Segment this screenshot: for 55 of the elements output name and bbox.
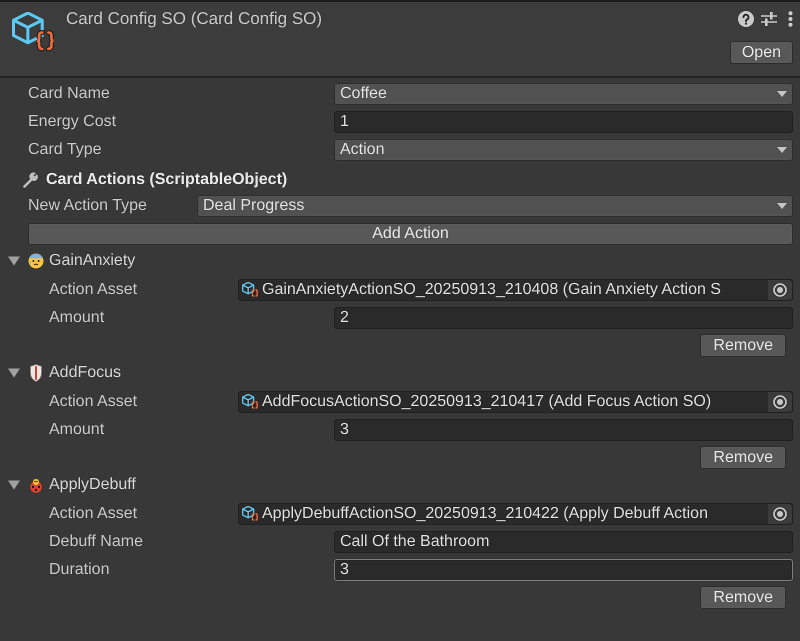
object-picker-button[interactable] bbox=[768, 280, 792, 300]
target-icon bbox=[773, 395, 787, 409]
input-field[interactable]: 2 bbox=[334, 307, 793, 329]
field-label: Action Asset bbox=[49, 393, 138, 411]
ladybug-icon bbox=[28, 477, 44, 493]
caret-icon bbox=[777, 202, 787, 208]
cube-braces-icon bbox=[242, 506, 259, 522]
input-field[interactable]: 3 bbox=[334, 559, 793, 581]
asset-title: Card Config SO (Card Config SO) bbox=[66, 8, 322, 30]
cube-braces-icon bbox=[242, 282, 259, 298]
field-label: Duration bbox=[49, 561, 110, 579]
dropdown-field[interactable]: Coffee bbox=[334, 83, 793, 105]
add-action-button[interactable]: Add Action bbox=[28, 223, 793, 245]
field-label: Action Asset bbox=[49, 281, 138, 299]
cube-braces-icon bbox=[12, 12, 56, 54]
target-icon bbox=[773, 507, 787, 521]
foldout-triangle-icon[interactable] bbox=[8, 255, 20, 267]
dropdown-field[interactable]: Deal Progress bbox=[197, 194, 793, 216]
object-field[interactable]: GainAnxietyActionSO_20250913_210408 (Gain Anxiety Action S bbox=[238, 279, 793, 301]
foldout-triangle-icon[interactable] bbox=[8, 479, 20, 491]
field-label: Amount bbox=[49, 309, 104, 327]
target-icon bbox=[773, 283, 787, 297]
field-label: Card Type bbox=[28, 141, 102, 159]
caret-icon bbox=[777, 91, 787, 97]
section-title: Card Actions (ScriptableObject) bbox=[46, 171, 288, 189]
input-field[interactable]: 1 bbox=[334, 111, 793, 133]
object-picker-button[interactable] bbox=[768, 392, 792, 412]
wrench-icon bbox=[22, 172, 38, 188]
more-icon[interactable] bbox=[788, 11, 793, 27]
field-label: Card Name bbox=[28, 85, 110, 103]
remove-button[interactable]: Remove bbox=[700, 586, 786, 609]
action-name: AddFocus bbox=[49, 364, 122, 382]
action-name: GainAnxiety bbox=[49, 252, 136, 270]
cube-braces-icon bbox=[242, 394, 259, 410]
shield-icon bbox=[30, 364, 42, 382]
action-name: ApplyDebuff bbox=[49, 476, 136, 494]
object-picker-button[interactable] bbox=[768, 504, 792, 524]
field-label: New Action Type bbox=[28, 196, 147, 214]
dropdown-field[interactable]: Action bbox=[334, 139, 793, 161]
input-field[interactable]: Call Of the Bathroom bbox=[334, 531, 793, 553]
field-label: Action Asset bbox=[49, 505, 138, 523]
open-button[interactable]: Open bbox=[730, 41, 793, 64]
help-icon[interactable] bbox=[738, 11, 754, 27]
anxious-face-icon bbox=[28, 253, 44, 269]
object-field[interactable]: AddFocusActionSO_20250913_210417 (Add Focus Action SO) bbox=[238, 391, 793, 413]
remove-button[interactable]: Remove bbox=[700, 446, 786, 469]
field-label: Amount bbox=[49, 421, 104, 439]
input-field[interactable]: 3 bbox=[334, 419, 793, 441]
field-label: Debuff Name bbox=[49, 533, 143, 551]
object-field[interactable]: ApplyDebuffActionSO_20250913_210422 (Apply Debuff Action bbox=[238, 503, 793, 525]
foldout-triangle-icon[interactable] bbox=[8, 367, 20, 379]
field-label: Energy Cost bbox=[28, 113, 116, 131]
caret-icon bbox=[777, 147, 787, 153]
remove-button[interactable]: Remove bbox=[700, 334, 786, 357]
sliders-icon[interactable] bbox=[761, 11, 777, 27]
